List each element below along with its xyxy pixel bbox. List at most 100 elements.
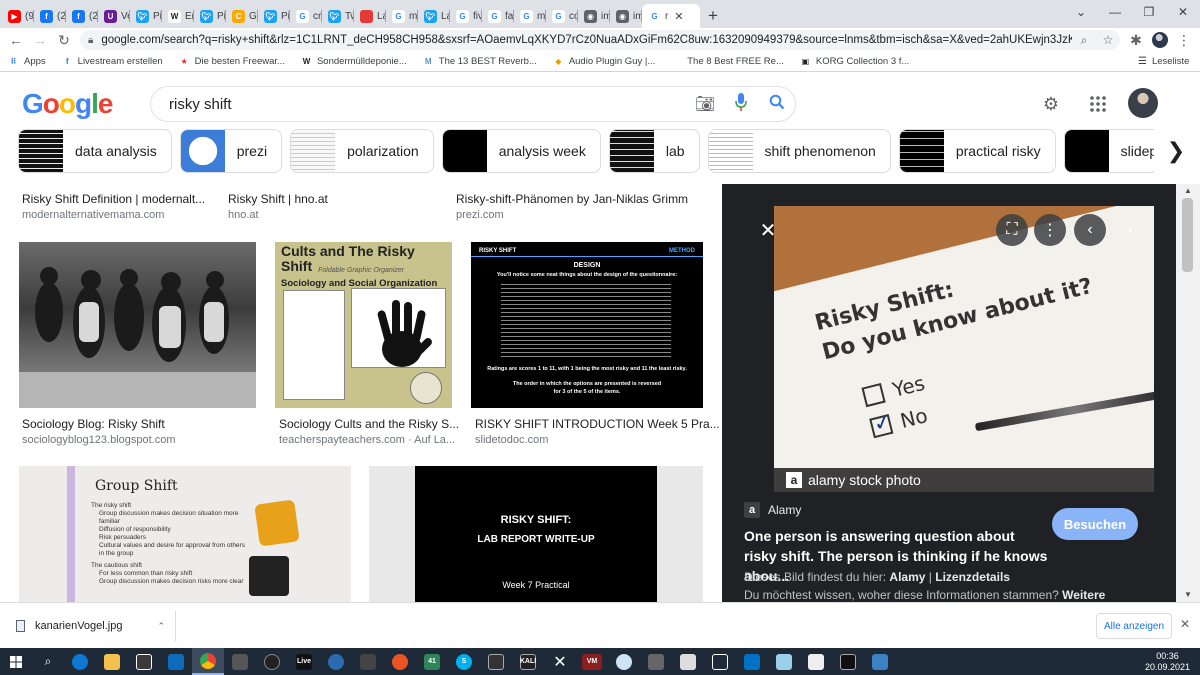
messenger-badge-icon[interactable]: 41	[416, 648, 448, 675]
chips-next-chevron-icon[interactable]: ❯	[1154, 129, 1198, 173]
chip-lab[interactable]: lab	[608, 129, 700, 173]
close-tab-icon[interactable]: ✕	[674, 10, 683, 23]
bookmark-item[interactable]: ★ Die besten Freewar...	[171, 56, 293, 67]
browser-tab[interactable]: Gcraz	[290, 4, 322, 28]
calculator-app-icon[interactable]	[480, 648, 512, 675]
app-icon-ship[interactable]	[224, 648, 256, 675]
bookmark-item[interactable]: The 8 Best FREE Re...	[663, 56, 792, 67]
outlook-icon[interactable]	[736, 648, 768, 675]
extensions-icon[interactable]: ✱	[1124, 28, 1148, 52]
edge-icon[interactable]	[64, 648, 96, 675]
search-input[interactable]: risky shift	[169, 96, 687, 113]
found-on-site-link[interactable]: Alamy	[889, 570, 925, 584]
menu-kebab-icon[interactable]: ⋮	[1172, 28, 1196, 52]
browser-tab[interactable]: 🐦︎ Twe	[322, 4, 354, 28]
preview-image[interactable]: Risky Shift: Do you know about it? Yes ✓…	[774, 206, 1154, 492]
result-title[interactable]: Risky-shift-Phänomen by Jan-Niklas Grimm	[456, 192, 688, 206]
browser-tab[interactable]: f (2) F	[66, 4, 98, 28]
chip-prezi[interactable]: prezi	[179, 129, 283, 173]
next-image-icon[interactable]: ›	[1114, 214, 1146, 246]
browser-tab[interactable]: Gmy	[386, 4, 418, 28]
browser-tab[interactable]: Gfam	[482, 4, 514, 28]
3d-viewer-icon[interactable]	[704, 648, 736, 675]
browser-tab[interactable]: Gcorc	[546, 4, 578, 28]
result-image-cults-organizer[interactable]: Cults and The Risky Shift Foldable Graphi…	[275, 242, 452, 408]
scroll-up-icon[interactable]: ▲	[1176, 186, 1200, 195]
more-options-icon[interactable]: ⋮	[1034, 214, 1066, 246]
notepad-app-icon[interactable]	[672, 648, 704, 675]
landscape-app-icon[interactable]	[864, 648, 896, 675]
result-source[interactable]: modernalternativemama.com	[22, 209, 164, 221]
settings-gear-icon[interactable]: ⚙	[1039, 92, 1063, 116]
apps-grid-icon[interactable]	[1086, 92, 1110, 116]
system-clock[interactable]: 00:36 20.09.2021	[1145, 651, 1190, 673]
search-icon[interactable]	[759, 94, 795, 115]
bookmark-item[interactable]: ⠿ Apps	[0, 56, 54, 67]
minimize-icon[interactable]: —	[1098, 0, 1132, 24]
browser-tab[interactable]: f (2) C	[34, 4, 66, 28]
x-app-icon[interactable]: ✕	[544, 648, 576, 675]
license-link[interactable]: Lizenzdetails	[935, 570, 1010, 584]
mail-icon[interactable]	[160, 648, 192, 675]
media-app-icon[interactable]	[352, 648, 384, 675]
result-title[interactable]: RISKY SHIFT INTRODUCTION Week 5 Pra...	[475, 417, 720, 431]
browser-tab[interactable]: 🐦︎ Pink	[130, 4, 162, 28]
sticky-notes-icon[interactable]	[800, 648, 832, 675]
browser-tab[interactable]: Gmes	[514, 4, 546, 28]
chrome-icon[interactable]	[192, 648, 224, 675]
download-item[interactable]: kanarienVogel.jpg ⌃	[12, 611, 176, 641]
reload-icon[interactable]: ↻	[52, 28, 76, 52]
chip-shift-phenomenon[interactable]: shift phenomenon	[707, 129, 891, 173]
google-logo[interactable]: Google	[22, 88, 113, 120]
previous-image-icon[interactable]: ‹	[1074, 214, 1106, 246]
new-tab-plus-icon[interactable]: +	[700, 4, 726, 28]
source-site[interactable]: a Alamy	[744, 502, 801, 518]
paint-icon[interactable]	[768, 648, 800, 675]
bookmark-item[interactable]: ▣ KORG Collection 3 f...	[792, 56, 917, 67]
camera-icon[interactable]: 📷︎	[687, 94, 723, 114]
result-title[interactable]: Sociology Cults and the Risky S...	[279, 417, 459, 431]
browser-tab[interactable]: 🐦︎ Pink	[194, 4, 226, 28]
restore-icon[interactable]: ❐	[1132, 0, 1166, 24]
search-taskbar-icon[interactable]: ⌕	[32, 648, 64, 675]
browser-tab-active[interactable]: Gr ✕	[642, 4, 700, 28]
browser-tab[interactable]: 🐦︎ Late	[418, 4, 450, 28]
ableton-live-icon[interactable]: Live	[288, 648, 320, 675]
bookmark-item[interactable]: ◆ Audio Plugin Guy |...	[545, 56, 663, 67]
search-box[interactable]: risky shift 📷︎	[150, 86, 796, 122]
chip-polarization[interactable]: polarization	[290, 129, 434, 173]
close-window-icon[interactable]: ✕	[1166, 0, 1200, 24]
store-icon[interactable]	[128, 648, 160, 675]
browser-tab[interactable]: W Ener	[162, 4, 194, 28]
app-icon-dark[interactable]	[256, 648, 288, 675]
browser-tab[interactable]: U Vers	[98, 4, 130, 28]
result-source[interactable]: slidetodoc.com	[475, 434, 548, 446]
browser-tab[interactable]: ▶ (975	[2, 4, 34, 28]
browser-tab[interactable]: ◉ ima	[578, 4, 610, 28]
windows-start-icon[interactable]	[0, 648, 32, 675]
microphone-icon[interactable]	[723, 92, 759, 116]
browser-tab[interactable]: Lanc	[354, 4, 386, 28]
result-image-group-shift[interactable]: Group Shift The risky shift Group discus…	[19, 466, 351, 602]
browser-tab[interactable]: ◉ ima	[610, 4, 642, 28]
visit-button[interactable]: Besuchen	[1052, 508, 1138, 540]
show-all-downloads-button[interactable]: Alle anzeigen	[1096, 613, 1172, 639]
close-download-bar-icon[interactable]: ✕	[1180, 617, 1190, 631]
bookmark-item[interactable]: M The 13 BEST Reverb...	[415, 56, 545, 67]
browser-tab[interactable]: C Goo	[226, 4, 258, 28]
lens-search-icon[interactable]: ⛶	[996, 214, 1028, 246]
kali-icon[interactable]: KALI	[512, 648, 544, 675]
result-source[interactable]: teacherspayteachers.com · Auf La...	[279, 434, 455, 446]
ubuntu-icon[interactable]	[384, 648, 416, 675]
photos-icon[interactable]	[640, 648, 672, 675]
close-preview-icon[interactable]: ✕	[752, 214, 784, 246]
terminal-icon[interactable]	[832, 648, 864, 675]
forward-icon[interactable]: →	[28, 28, 52, 52]
scroll-down-icon[interactable]: ▼	[1176, 590, 1200, 599]
skype-icon[interactable]: S	[448, 648, 480, 675]
result-source[interactable]: sociologyblog123.blogspot.com	[22, 434, 176, 446]
result-image-crowd-photo[interactable]	[19, 242, 256, 408]
chip-practical-risky[interactable]: practical risky	[898, 129, 1056, 173]
webcam-app-icon[interactable]	[320, 648, 352, 675]
browser-tab[interactable]: Gfive	[450, 4, 482, 28]
